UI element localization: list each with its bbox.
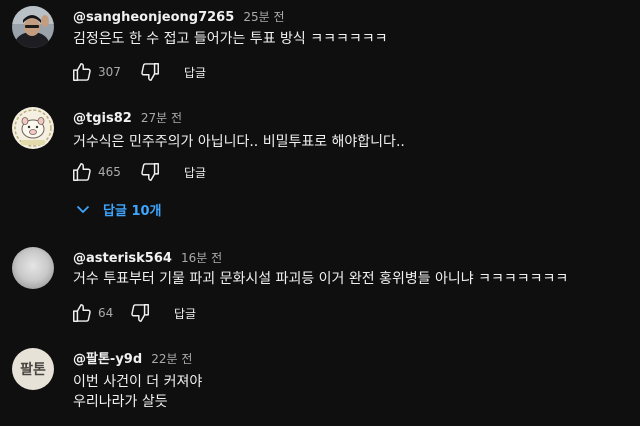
dislike-button[interactable] [128, 301, 152, 325]
comment-text: 거수 투표부터 기물 파괴 문화시설 파괴등 이거 완전 홍위병들 아니냐 ㅋㅋ… [73, 269, 568, 289]
comment-text: 김정은도 한 수 접고 들어가는 투표 방식 ㅋㅋㅋㅋㅋㅋ [73, 29, 388, 49]
comment-text-line: 거수식은 민주주의가 아닙니다.. 비밀투표로 해야합니다.. [73, 134, 405, 150]
comment-text: 이번 사건이 더 커져야 우리나라가 살듯 [73, 372, 202, 412]
like-count: 465 [98, 165, 121, 179]
reply-button[interactable]: 답글 [184, 64, 206, 81]
thumbs-down-icon [131, 304, 149, 322]
like-count: 64 [98, 306, 114, 320]
comments-section: @sangheonjeong7265 25분 전 김정은도 한 수 접고 들어가… [0, 0, 640, 426]
comment-text: 거수식은 민주주의가 아닙니다.. 비밀투표로 해야합니다.. [73, 132, 405, 152]
comment-author[interactable]: @팔톤-y9d [73, 352, 142, 367]
comment-meta: @asterisk564 16분 전 [73, 247, 222, 266]
waving-person-photo-icon [12, 6, 54, 48]
comment-time[interactable]: 16분 전 [181, 251, 222, 265]
comment-actions: 307 답글 [70, 60, 206, 84]
comment-meta: @tgis82 27분 전 [73, 107, 182, 126]
thumbs-down-icon [141, 63, 159, 81]
comment-text-line: 거수 투표부터 기물 파괴 문화시설 파괴등 이거 완전 홍위병들 아니냐 ㅋㅋ… [73, 271, 569, 287]
comment-actions: 64 답글 [70, 301, 196, 325]
comment-actions: 465 답글 [70, 160, 206, 184]
avatar[interactable]: 팔톤 [12, 348, 54, 390]
thumbs-down-icon [141, 163, 159, 181]
avatar-initials: 팔톤 [20, 362, 46, 378]
reply-button[interactable]: 답글 [174, 305, 196, 322]
like-button[interactable] [70, 301, 94, 325]
comment-meta: @sangheonjeong7265 25분 전 [73, 6, 285, 25]
thumbs-up-icon [73, 63, 91, 81]
like-count: 307 [98, 65, 121, 79]
view-replies-label: 답글 10개 [103, 203, 162, 219]
comment-text-line: 우리나라가 살듯 [73, 394, 168, 410]
reply-button[interactable]: 답글 [184, 164, 206, 181]
comment-meta: @팔톤-y9d 22분 전 [73, 348, 192, 367]
comment-author[interactable]: @asterisk564 [73, 251, 172, 266]
comment-author[interactable]: @tgis82 [73, 111, 132, 126]
avatar[interactable] [12, 247, 54, 289]
like-button[interactable] [70, 160, 94, 184]
comment-time[interactable]: 27분 전 [141, 111, 182, 125]
thumbs-up-icon [73, 304, 91, 322]
blurred-photo-icon [12, 247, 54, 289]
comment-time[interactable]: 22분 전 [151, 352, 192, 366]
comment-text-line: 이번 사건이 더 커져야 [73, 374, 203, 390]
thumbs-up-icon [73, 163, 91, 181]
avatar[interactable] [12, 6, 54, 48]
comment-author[interactable]: @sangheonjeong7265 [73, 10, 234, 25]
dislike-button[interactable] [138, 160, 162, 184]
avatar[interactable] [12, 107, 54, 149]
view-replies-button[interactable]: 답글 10개 [76, 197, 162, 221]
comment-text-line: 김정은도 한 수 접고 들어가는 투표 방식 ㅋㅋㅋㅋㅋㅋ [73, 31, 388, 47]
chevron-down-icon [76, 204, 90, 214]
like-button[interactable] [70, 60, 94, 84]
dislike-button[interactable] [138, 60, 162, 84]
comment-time[interactable]: 25분 전 [243, 10, 284, 24]
cartoon-pig-icon [12, 107, 54, 149]
